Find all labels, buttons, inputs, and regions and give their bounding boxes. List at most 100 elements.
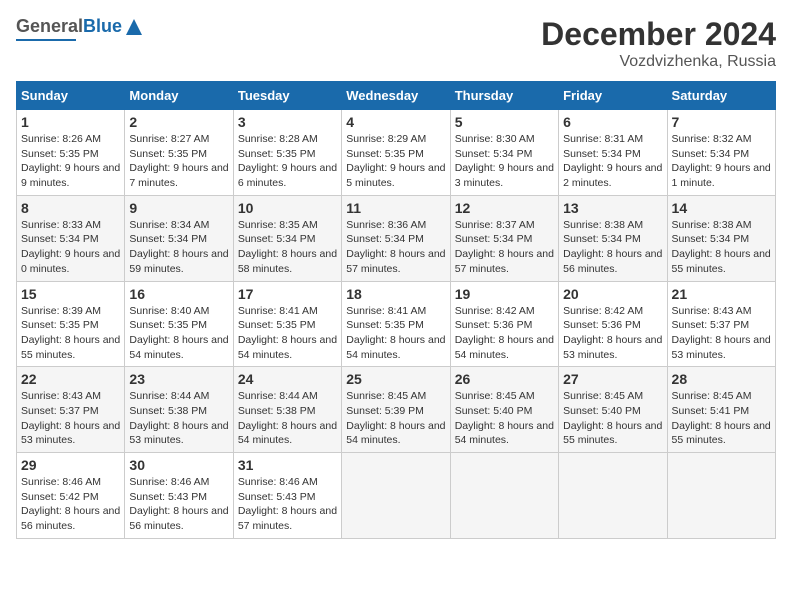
calendar-body: 1 Sunrise: 8:26 AMSunset: 5:35 PMDayligh… <box>17 110 776 539</box>
day-number: 18 <box>346 286 445 302</box>
table-row: 10 Sunrise: 8:35 AMSunset: 5:34 PMDaylig… <box>233 195 341 281</box>
day-info: Sunrise: 8:37 AMSunset: 5:34 PMDaylight:… <box>455 219 554 275</box>
day-number: 24 <box>238 371 337 387</box>
day-info: Sunrise: 8:36 AMSunset: 5:34 PMDaylight:… <box>346 219 445 275</box>
day-info: Sunrise: 8:46 AMSunset: 5:43 PMDaylight:… <box>238 476 337 532</box>
day-info: Sunrise: 8:38 AMSunset: 5:34 PMDaylight:… <box>563 219 662 275</box>
table-row: 15 Sunrise: 8:39 AMSunset: 5:35 PMDaylig… <box>17 281 125 367</box>
day-info: Sunrise: 8:27 AMSunset: 5:35 PMDaylight:… <box>129 133 228 189</box>
table-row: 21 Sunrise: 8:43 AMSunset: 5:37 PMDaylig… <box>667 281 775 367</box>
day-info: Sunrise: 8:44 AMSunset: 5:38 PMDaylight:… <box>129 390 228 446</box>
table-row: 16 Sunrise: 8:40 AMSunset: 5:35 PMDaylig… <box>125 281 233 367</box>
col-saturday: Saturday <box>667 82 775 110</box>
day-number: 15 <box>21 286 120 302</box>
logo: General Blue <box>16 16 143 41</box>
title-block: December 2024 Vozdvizhenka, Russia <box>541 16 776 71</box>
table-row: 22 Sunrise: 8:43 AMSunset: 5:37 PMDaylig… <box>17 367 125 453</box>
day-info: Sunrise: 8:46 AMSunset: 5:42 PMDaylight:… <box>21 476 120 532</box>
day-info: Sunrise: 8:45 AMSunset: 5:40 PMDaylight:… <box>563 390 662 446</box>
table-row: 8 Sunrise: 8:33 AMSunset: 5:34 PMDayligh… <box>17 195 125 281</box>
calendar-row: 1 Sunrise: 8:26 AMSunset: 5:35 PMDayligh… <box>17 110 776 196</box>
calendar-row: 22 Sunrise: 8:43 AMSunset: 5:37 PMDaylig… <box>17 367 776 453</box>
day-number: 9 <box>129 200 228 216</box>
table-row <box>667 453 775 539</box>
day-info: Sunrise: 8:35 AMSunset: 5:34 PMDaylight:… <box>238 219 337 275</box>
logo-blue: Blue <box>83 16 122 37</box>
day-number: 2 <box>129 114 228 130</box>
day-number: 12 <box>455 200 554 216</box>
table-row <box>559 453 667 539</box>
calendar-row: 15 Sunrise: 8:39 AMSunset: 5:35 PMDaylig… <box>17 281 776 367</box>
day-number: 20 <box>563 286 662 302</box>
table-row: 29 Sunrise: 8:46 AMSunset: 5:42 PMDaylig… <box>17 453 125 539</box>
day-info: Sunrise: 8:29 AMSunset: 5:35 PMDaylight:… <box>346 133 445 189</box>
col-monday: Monday <box>125 82 233 110</box>
day-info: Sunrise: 8:28 AMSunset: 5:35 PMDaylight:… <box>238 133 337 189</box>
table-row: 17 Sunrise: 8:41 AMSunset: 5:35 PMDaylig… <box>233 281 341 367</box>
table-row: 9 Sunrise: 8:34 AMSunset: 5:34 PMDayligh… <box>125 195 233 281</box>
table-row: 28 Sunrise: 8:45 AMSunset: 5:41 PMDaylig… <box>667 367 775 453</box>
col-tuesday: Tuesday <box>233 82 341 110</box>
table-row: 20 Sunrise: 8:42 AMSunset: 5:36 PMDaylig… <box>559 281 667 367</box>
table-row: 25 Sunrise: 8:45 AMSunset: 5:39 PMDaylig… <box>342 367 450 453</box>
day-number: 11 <box>346 200 445 216</box>
logo-general: General <box>16 16 83 37</box>
calendar-table: Sunday Monday Tuesday Wednesday Thursday… <box>16 81 776 539</box>
table-row: 11 Sunrise: 8:36 AMSunset: 5:34 PMDaylig… <box>342 195 450 281</box>
table-row: 19 Sunrise: 8:42 AMSunset: 5:36 PMDaylig… <box>450 281 558 367</box>
col-sunday: Sunday <box>17 82 125 110</box>
day-info: Sunrise: 8:39 AMSunset: 5:35 PMDaylight:… <box>21 305 120 361</box>
day-info: Sunrise: 8:40 AMSunset: 5:35 PMDaylight:… <box>129 305 228 361</box>
page-title: December 2024 <box>541 16 776 53</box>
table-row: 14 Sunrise: 8:38 AMSunset: 5:34 PMDaylig… <box>667 195 775 281</box>
table-row: 5 Sunrise: 8:30 AMSunset: 5:34 PMDayligh… <box>450 110 558 196</box>
day-number: 19 <box>455 286 554 302</box>
logo-triangle-icon <box>125 18 143 36</box>
day-number: 4 <box>346 114 445 130</box>
table-row <box>450 453 558 539</box>
day-info: Sunrise: 8:45 AMSunset: 5:39 PMDaylight:… <box>346 390 445 446</box>
day-number: 3 <box>238 114 337 130</box>
table-row: 12 Sunrise: 8:37 AMSunset: 5:34 PMDaylig… <box>450 195 558 281</box>
day-number: 31 <box>238 457 337 473</box>
day-info: Sunrise: 8:32 AMSunset: 5:34 PMDaylight:… <box>672 133 771 189</box>
day-number: 17 <box>238 286 337 302</box>
col-thursday: Thursday <box>450 82 558 110</box>
day-number: 22 <box>21 371 120 387</box>
logo-underline <box>16 39 76 41</box>
day-number: 21 <box>672 286 771 302</box>
page-header: General Blue December 2024 Vozdvizhenka,… <box>16 16 776 71</box>
day-info: Sunrise: 8:30 AMSunset: 5:34 PMDaylight:… <box>455 133 554 189</box>
day-info: Sunrise: 8:45 AMSunset: 5:40 PMDaylight:… <box>455 390 554 446</box>
day-info: Sunrise: 8:43 AMSunset: 5:37 PMDaylight:… <box>21 390 120 446</box>
day-number: 14 <box>672 200 771 216</box>
day-number: 10 <box>238 200 337 216</box>
table-row: 26 Sunrise: 8:45 AMSunset: 5:40 PMDaylig… <box>450 367 558 453</box>
day-number: 5 <box>455 114 554 130</box>
day-info: Sunrise: 8:33 AMSunset: 5:34 PMDaylight:… <box>21 219 120 275</box>
day-info: Sunrise: 8:38 AMSunset: 5:34 PMDaylight:… <box>672 219 771 275</box>
header-row: Sunday Monday Tuesday Wednesday Thursday… <box>17 82 776 110</box>
day-number: 27 <box>563 371 662 387</box>
day-info: Sunrise: 8:45 AMSunset: 5:41 PMDaylight:… <box>672 390 771 446</box>
table-row: 1 Sunrise: 8:26 AMSunset: 5:35 PMDayligh… <box>17 110 125 196</box>
table-row: 31 Sunrise: 8:46 AMSunset: 5:43 PMDaylig… <box>233 453 341 539</box>
day-number: 16 <box>129 286 228 302</box>
day-info: Sunrise: 8:34 AMSunset: 5:34 PMDaylight:… <box>129 219 228 275</box>
day-number: 26 <box>455 371 554 387</box>
day-number: 7 <box>672 114 771 130</box>
col-wednesday: Wednesday <box>342 82 450 110</box>
day-info: Sunrise: 8:42 AMSunset: 5:36 PMDaylight:… <box>563 305 662 361</box>
day-info: Sunrise: 8:44 AMSunset: 5:38 PMDaylight:… <box>238 390 337 446</box>
day-number: 28 <box>672 371 771 387</box>
day-info: Sunrise: 8:43 AMSunset: 5:37 PMDaylight:… <box>672 305 771 361</box>
day-info: Sunrise: 8:41 AMSunset: 5:35 PMDaylight:… <box>238 305 337 361</box>
day-number: 23 <box>129 371 228 387</box>
day-number: 6 <box>563 114 662 130</box>
table-row: 27 Sunrise: 8:45 AMSunset: 5:40 PMDaylig… <box>559 367 667 453</box>
day-number: 30 <box>129 457 228 473</box>
table-row: 4 Sunrise: 8:29 AMSunset: 5:35 PMDayligh… <box>342 110 450 196</box>
day-number: 13 <box>563 200 662 216</box>
day-number: 25 <box>346 371 445 387</box>
table-row: 24 Sunrise: 8:44 AMSunset: 5:38 PMDaylig… <box>233 367 341 453</box>
